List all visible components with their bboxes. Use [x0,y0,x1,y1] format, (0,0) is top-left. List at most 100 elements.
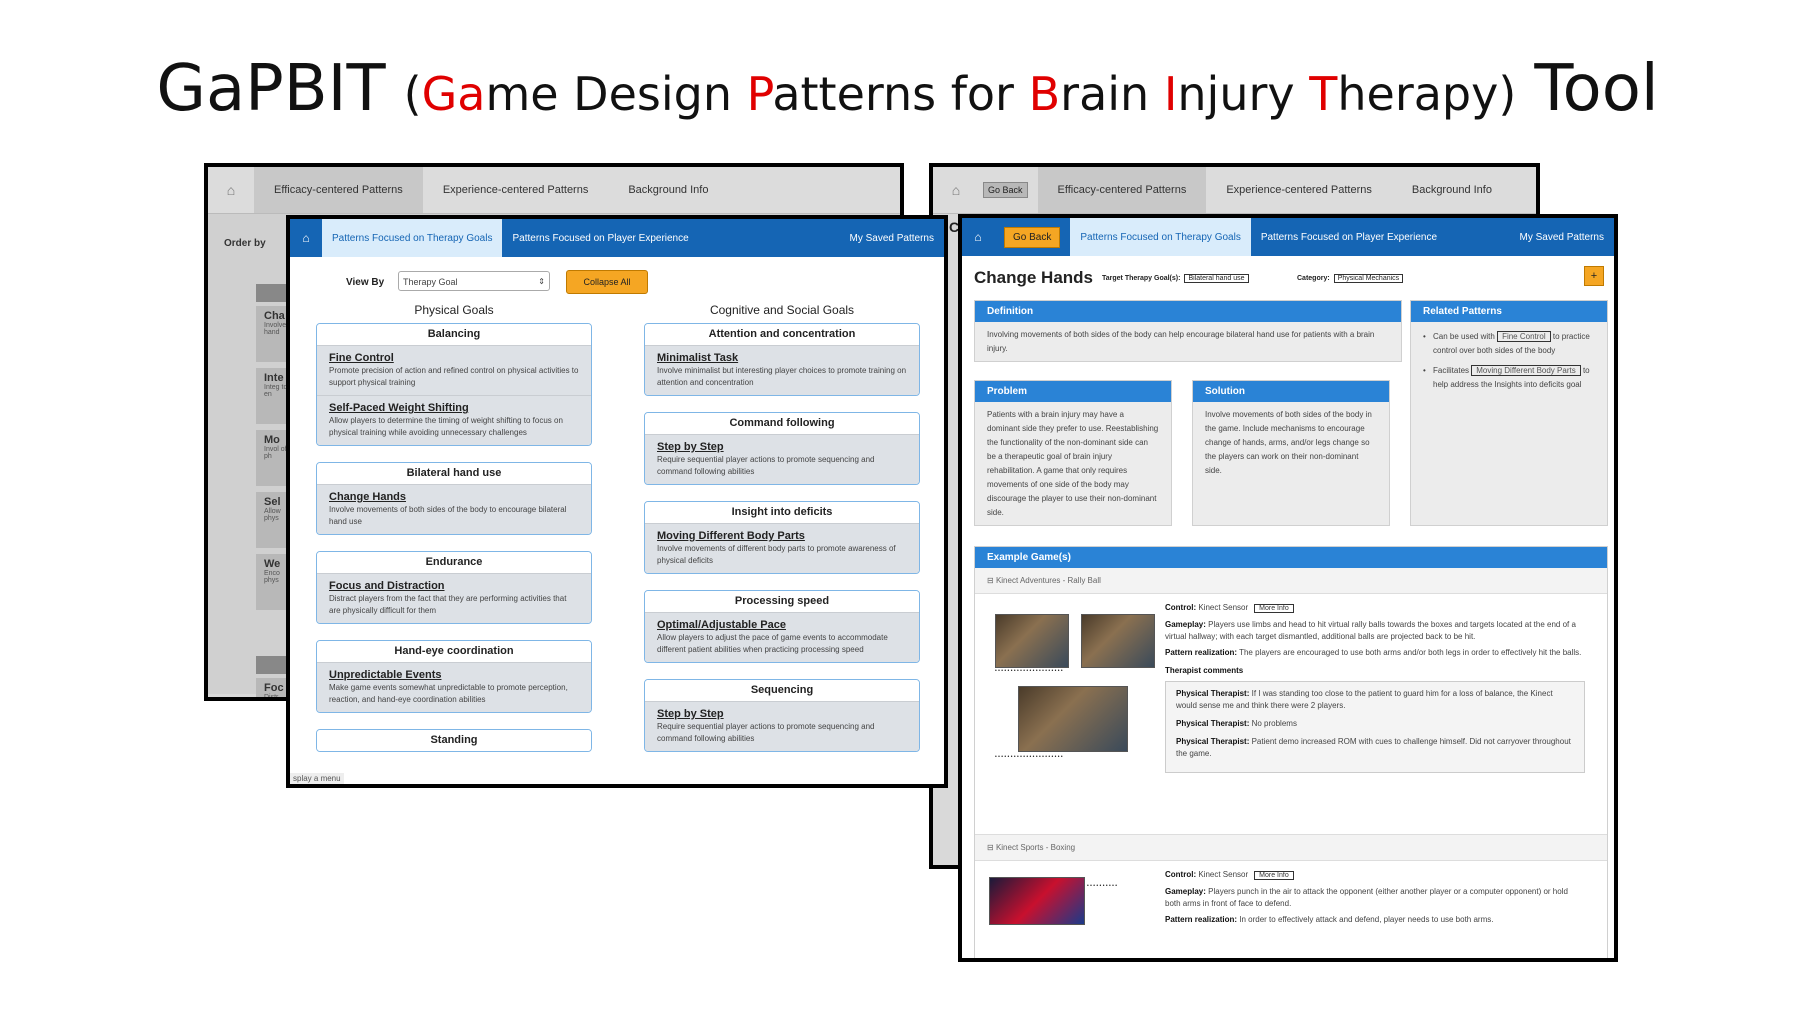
home-icon[interactable]: ⌂ [208,182,254,198]
pattern-item: Self-Paced Weight Shifting Allow players … [317,395,591,445]
goal-card: Standing [316,729,592,752]
screenshot-change-hands-detail: ⌂ Go Back Patterns Focused on Therapy Go… [958,214,1618,962]
game-body: • • • • • • • • • • Control: Kinect Sens… [975,861,1607,958]
my-saved-patterns-link[interactable]: My Saved Patterns [1510,218,1614,256]
control-label: Control: [1165,870,1197,879]
goal-heading[interactable]: Balancing [317,324,591,345]
nav-bar: ⌂ Go Back Patterns Focused on Therapy Go… [962,218,1614,256]
pattern-link[interactable]: Self-Paced Weight Shifting [329,402,579,414]
title-word: atterns for [772,67,1029,121]
tab-efficacy[interactable]: Efficacy-centered Patterns [254,167,423,213]
image-caption: • • • • • • • • • • [1087,883,1118,889]
pattern-link[interactable]: Focus and Distraction [329,580,579,592]
go-back-button[interactable]: Go Back [983,182,1028,198]
category-tag[interactable]: Physical Mechanics [1333,274,1404,283]
game-screenshot [989,877,1085,925]
goal-heading[interactable]: Bilateral hand use [317,463,591,484]
tab-background[interactable]: Background Info [608,167,728,213]
more-info-button[interactable]: More Info [1254,871,1294,880]
game-screenshot [1081,614,1155,668]
goal-heading[interactable]: Standing [317,730,591,751]
comment-author: Physical Therapist: [1176,719,1250,728]
pattern-link[interactable]: Fine Control [329,352,579,364]
pattern-link[interactable]: Step by Step [657,441,907,453]
pattern-item: Focus and Distraction Distract players fr… [317,573,591,623]
home-icon[interactable]: ⌂ [962,218,994,256]
title-word: rain [1060,67,1164,121]
goal-heading[interactable]: Hand-eye coordination [317,641,591,662]
page-title: Change Hands [974,268,1094,287]
game-screenshot [995,614,1069,668]
go-back-button[interactable]: Go Back [994,218,1070,256]
game-header[interactable]: ⊟ Kinect Sports - Boxing [975,834,1607,861]
title-initial: P [746,67,773,121]
tab-experience[interactable]: Experience-centered Patterns [1206,167,1392,213]
more-info-button[interactable]: More Info [1254,604,1294,613]
add-button[interactable]: + [1584,266,1604,286]
control-value: Kinect Sensor [1198,870,1249,879]
solution-panel: Solution Involve movements of both sides… [1192,380,1390,526]
pattern-link[interactable]: Optimal/Adjustable Pace [657,619,907,631]
list-item-title: Sel [264,496,281,508]
goal-heading[interactable]: Endurance [317,552,591,573]
goal-heading[interactable]: Insight into deficits [645,502,919,523]
pattern-link[interactable]: Minimalist Task [657,352,907,364]
tab-efficacy[interactable]: Efficacy-centered Patterns [1037,167,1207,213]
goal-heading[interactable]: Sequencing [645,680,919,701]
game-details: Control: Kinect Sensor More Info Gameplay… [1165,869,1585,926]
pattern-link[interactable]: Unpredictable Events [329,669,579,681]
realization-text: In order to effectively attack and defen… [1239,915,1494,924]
tab-player-experience[interactable]: Patterns Focused on Player Experience [502,219,698,257]
pattern-desc: Make game events somewhat unpredictable … [329,683,568,704]
home-icon[interactable]: ⌂ [933,182,979,198]
pattern-link[interactable]: Moving Different Body Parts [657,530,907,542]
list-item-title: Cha [264,310,285,322]
bullet-icon: • [1423,366,1426,375]
goal-heading[interactable]: Attention and concentration [645,324,919,345]
goal-card: Sequencing Step by Step Require sequential… [644,679,920,752]
goal-heading[interactable]: Command following [645,413,919,434]
list-item-title: We [264,558,281,570]
tab-therapy-goals[interactable]: Patterns Focused on Therapy Goals [1070,218,1251,256]
physical-goals-column: Physical Goals Balancing Fine Control Prom… [316,303,592,768]
collapse-all-button[interactable]: Collapse All [566,270,648,294]
gameplay-label: Gameplay: [1165,887,1206,896]
game-header[interactable]: ⊟ Kinect Adventures - Rally Ball [975,568,1607,594]
goal-card: Processing speed Optimal/Adjustable Pace A… [644,590,920,663]
control-value: Kinect Sensor [1198,603,1249,612]
comment-author: Physical Therapist: [1176,689,1250,698]
panel-header: Definition [975,301,1401,322]
goal-card: Bilateral hand use Change Hands Involve mo… [316,462,592,535]
my-saved-patterns-link[interactable]: My Saved Patterns [840,219,944,257]
home-icon[interactable]: ⌂ [290,219,322,257]
related-pattern-link[interactable]: Moving Different Body Parts [1471,365,1581,376]
related-text: Can be used with Fine Control to practic… [1433,330,1595,358]
target-goal-tag[interactable]: Bilateral hand use [1184,274,1249,283]
list-item-desc: Involve hand [264,322,287,336]
view-by-value: Therapy Goal [403,277,458,287]
category: Category: Physical Mechanics [1297,274,1404,283]
panel-header: Example Game(s) [975,547,1607,568]
image-caption: • • • • • • • • • • • • • • • • • • • • … [995,668,1063,674]
pattern-desc: Allow players to adjust the pace of game… [657,633,888,654]
related-prefix: Facilitates [1433,366,1470,375]
view-by-select[interactable]: Therapy Goal ⇕ [398,271,550,291]
status-text: splay a menu [290,773,344,784]
therapist-comments-label: Therapist comments [1165,666,1244,675]
title-prefix: GaPBIT [156,52,386,126]
tab-background[interactable]: Background Info [1392,167,1512,213]
tab-player-experience[interactable]: Patterns Focused on Player Experience [1251,218,1447,256]
related-pattern-link[interactable]: Fine Control [1497,331,1551,342]
tab-bar: ⌂ Efficacy-centered Patterns Experience-… [208,167,900,214]
tab-experience[interactable]: Experience-centered Patterns [423,167,609,213]
title-suffix: Tool [1534,52,1659,126]
realization-label: Pattern realization: [1165,648,1238,657]
column-heading: Cognitive and Social Goals [709,303,855,317]
pattern-link[interactable]: Change Hands [329,491,579,503]
title-open-paren: ( [403,67,422,121]
goal-card: Command following Step by Step Require seq… [644,412,920,485]
pattern-link[interactable]: Step by Step [657,708,907,720]
goal-heading[interactable]: Processing speed [645,591,919,612]
tab-therapy-goals[interactable]: Patterns Focused on Therapy Goals [322,219,503,257]
goal-card: Insight into deficits Moving Different Bo… [644,501,920,574]
